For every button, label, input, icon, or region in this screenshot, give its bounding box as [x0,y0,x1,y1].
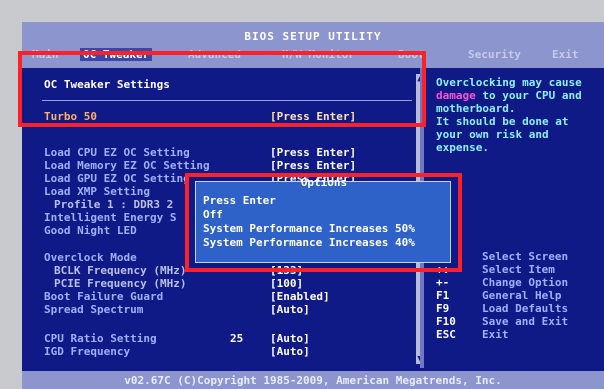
setting-cpu-ratio-value[interactable]: [Auto] [270,332,310,345]
bios-title: BIOS SETUP UTILITY [244,30,382,43]
setting-load-cpu-ez-value[interactable]: [Press Enter] [270,146,356,159]
setting-good-night-led-label[interactable]: Good Night LED [44,224,137,237]
setting-boot-failure-guard-value[interactable]: [Enabled] [270,290,330,303]
key-esc: ESC [436,328,456,341]
setting-pcie-value[interactable]: [100] [270,277,303,290]
key-f1-desc: General Help [482,289,562,302]
setting-cpu-ratio-number: 25 [230,332,244,345]
key-esc-desc: Exit [482,328,509,341]
setting-load-memory-ez-value[interactable]: [Press Enter] [270,159,356,172]
help-line-3: motherboard. [436,102,516,115]
copyright-text: v02.67C (C)Copyright 1985-2009, American… [124,374,502,387]
highlight-turbo50-box [18,51,426,127]
key-f9: F9 [436,302,450,315]
setting-bclk-label: BCLK Frequency (MHz) [54,264,187,277]
help-line-6: expense. [436,141,489,154]
highlight-options-box [185,173,462,272]
setting-profile1-label: Profile 1 : DDR3 2 [54,198,174,211]
help-line-1: Overclocking may cause [436,76,582,89]
help-line-2: damage to your CPU and [436,89,582,102]
tab-security[interactable]: Security [468,48,521,61]
setting-load-cpu-ez-label[interactable]: Load CPU EZ OC Setting [44,146,190,159]
help-warning-word: damage [436,89,476,102]
help-line-2-rest: to your CPU and [475,89,582,102]
setting-intelligent-energy-label[interactable]: Intelligent Energy S [44,211,176,224]
setting-igd-frequency-label[interactable]: IGD Frequency [44,345,130,358]
key-select-screen-desc: Select Screen [482,250,569,263]
setting-cpu-ratio-label[interactable]: CPU Ratio Setting [44,332,157,345]
tab-exit[interactable]: Exit [552,48,579,61]
setting-boot-failure-guard-label[interactable]: Boot Failure Guard [44,290,163,303]
setting-load-memory-ez-label[interactable]: Load Memory EZ OC Setting [44,159,210,172]
key-change-option: +- [436,276,450,289]
setting-load-xmp-label[interactable]: Load XMP Setting [44,185,150,198]
setting-load-gpu-ez-label[interactable]: Load GPU EZ OC Setting [44,172,190,185]
key-f10: F10 [436,315,456,328]
key-select-item-desc: Select Item [482,263,555,276]
setting-overclock-mode-label[interactable]: Overclock Mode [44,251,137,264]
bios-footer: v02.67C (C)Copyright 1985-2009, American… [22,371,604,389]
key-f1: F1 [436,289,450,302]
setting-spread-spectrum-value[interactable]: [Auto] [270,303,310,316]
help-line-4: It should be done at [436,115,569,128]
help-line-5: your own risk and [436,128,549,141]
setting-spread-spectrum-label[interactable]: Spread Spectrum [44,303,143,316]
key-change-option-desc: Change Option [482,276,569,289]
key-f9-desc: Load Defaults [482,302,569,315]
setting-igd-frequency-value[interactable]: [Auto] [270,345,310,358]
key-f10-desc: Save and Exit [482,315,569,328]
setting-pcie-label: PCIE Frequency (MHz) [54,277,187,290]
